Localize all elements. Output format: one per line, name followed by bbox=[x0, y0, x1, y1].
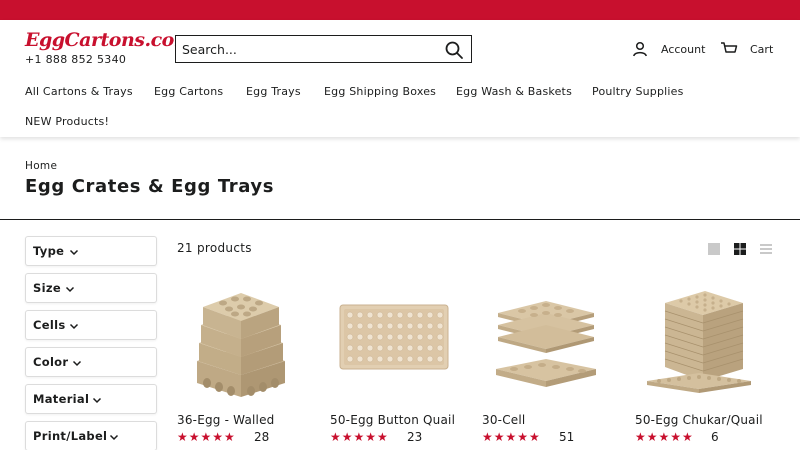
nav-item-egg-shipping-boxes[interactable]: Egg Shipping Boxes bbox=[324, 85, 436, 98]
small-grid-view-icon[interactable] bbox=[733, 242, 747, 256]
nav-item-all-cartons-trays[interactable]: All Cartons & Trays bbox=[25, 85, 133, 98]
cart-link[interactable]: Cart bbox=[720, 38, 773, 60]
review-count: 28 bbox=[254, 430, 270, 444]
product-image[interactable] bbox=[635, 283, 763, 398]
product-title[interactable]: 30-Cell bbox=[482, 413, 525, 427]
product-title[interactable]: 36-Egg - Walled bbox=[177, 413, 275, 427]
phone-number[interactable]: +1 888 852 5340 bbox=[25, 53, 126, 66]
account-label: Account bbox=[661, 42, 706, 56]
product-title[interactable]: 50-Egg Chukar/Quail bbox=[635, 413, 763, 427]
logo-text: EggCartons.com bbox=[25, 29, 194, 51]
product-image[interactable] bbox=[482, 283, 610, 398]
nav-item-new-products[interactable]: NEW Products! bbox=[25, 115, 109, 128]
cart-label: Cart bbox=[750, 42, 774, 56]
rating-stars: ★★★★★ bbox=[177, 430, 236, 444]
chevron-down-icon bbox=[92, 397, 102, 404]
search-icon[interactable] bbox=[443, 39, 465, 61]
filter-label: Material bbox=[33, 392, 90, 406]
large-grid-view-icon[interactable] bbox=[707, 242, 721, 256]
account-link[interactable]: Account bbox=[632, 38, 705, 60]
filter-material[interactable]: Material bbox=[25, 384, 157, 414]
search-input[interactable] bbox=[176, 36, 436, 62]
filter-label: Size bbox=[33, 281, 61, 295]
cart-icon bbox=[721, 42, 738, 53]
chevron-down-icon bbox=[109, 434, 119, 441]
user-icon bbox=[633, 41, 647, 57]
product-image[interactable] bbox=[177, 283, 305, 398]
divider bbox=[0, 219, 800, 220]
filter-label: Type bbox=[33, 244, 65, 258]
filter-cells[interactable]: Cells bbox=[25, 310, 157, 340]
search-bar bbox=[175, 35, 472, 63]
review-count: 51 bbox=[559, 430, 575, 444]
rating-stars: ★★★★★ bbox=[330, 430, 389, 444]
site-header: EggCartons.com® +1 888 852 5340 Account … bbox=[0, 20, 800, 137]
nav-item-poultry-supplies[interactable]: Poultry Supplies bbox=[592, 85, 684, 98]
filter-label: Print/Label bbox=[33, 429, 108, 443]
filter-label: Color bbox=[33, 355, 69, 369]
product-count: 21 products bbox=[177, 241, 252, 255]
filter-print-label[interactable]: Print/Label bbox=[25, 421, 157, 450]
filter-label: Cells bbox=[33, 318, 66, 332]
rating-stars: ★★★★★ bbox=[482, 430, 541, 444]
review-count: 23 bbox=[407, 430, 423, 444]
filter-color[interactable]: Color bbox=[25, 347, 157, 377]
page-title: Egg Crates & Egg Trays bbox=[25, 176, 275, 197]
review-count: 6 bbox=[711, 430, 719, 444]
chevron-down-icon bbox=[69, 323, 79, 330]
breadcrumb[interactable]: Home bbox=[25, 160, 57, 172]
nav-item-egg-cartons[interactable]: Egg Cartons bbox=[154, 85, 223, 98]
nav-item-egg-trays[interactable]: Egg Trays bbox=[246, 85, 301, 98]
chevron-down-icon bbox=[72, 360, 82, 367]
product-image[interactable] bbox=[330, 283, 458, 398]
filter-size[interactable]: Size bbox=[25, 273, 157, 303]
list-view-icon[interactable] bbox=[759, 242, 773, 256]
rating-stars: ★★★★★ bbox=[635, 430, 694, 444]
filter-type[interactable]: Type bbox=[25, 236, 157, 266]
product-title[interactable]: 50-Egg Button Quail bbox=[330, 413, 455, 427]
nav-item-egg-wash-baskets[interactable]: Egg Wash & Baskets bbox=[456, 85, 572, 98]
chevron-down-icon bbox=[69, 249, 79, 256]
chevron-down-icon bbox=[65, 286, 75, 293]
announcement-bar bbox=[0, 0, 800, 20]
